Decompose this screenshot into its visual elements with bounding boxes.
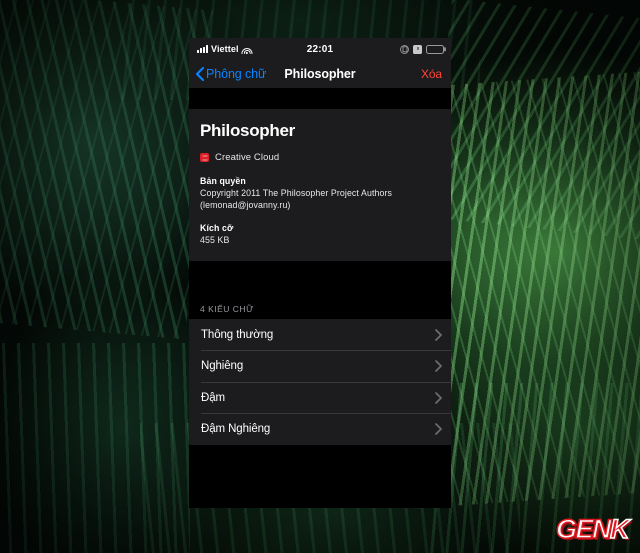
battery-icon	[426, 44, 444, 54]
copyright-title: Bản quyền	[200, 176, 246, 186]
list-item-label: Đậm Nghiêng	[201, 423, 271, 436]
copyright-line-2: (lemonad@jovanny.ru)	[200, 199, 291, 210]
watermark-text-light: GEN	[555, 514, 612, 544]
alarm-clock-icon	[413, 44, 422, 54]
list-item-regular[interactable]: Thông thường	[189, 319, 451, 351]
nav-spacer	[189, 88, 451, 109]
list-item-bold-italic[interactable]: Đậm Nghiêng	[189, 413, 451, 445]
genk-watermark: GENK	[555, 514, 630, 544]
size-title: Kích cỡ	[200, 223, 234, 234]
size-value: 455 KB	[200, 235, 230, 246]
size-block: Kích cỡ 455 KB	[200, 223, 440, 247]
styles-section-header: 4 KIỂU CHỮ	[189, 295, 451, 319]
list-item-label: Đậm	[201, 391, 225, 404]
rotation-lock-icon	[400, 44, 409, 54]
font-source-row: Creative Cloud	[200, 152, 440, 163]
copyright-block: Bản quyền Copyright 2011 The Philosopher…	[200, 176, 440, 211]
font-styles-list: Thông thường Nghiêng Đậm Đậm Nghiêng	[189, 318, 451, 445]
phone-screenshot: Viettel 22:01 Phông chữ Philosopher Xóa …	[189, 38, 451, 508]
creative-cloud-icon	[200, 153, 209, 162]
list-item-italic[interactable]: Nghiêng	[189, 350, 451, 382]
chevron-right-icon	[435, 391, 442, 404]
delete-button[interactable]: Xóa	[421, 67, 442, 81]
list-item-label: Thông thường	[201, 328, 274, 341]
font-source-label: Creative Cloud	[215, 152, 280, 163]
status-bar-right	[400, 38, 444, 60]
font-info-card: Philosopher Creative Cloud Bản quyền Cop…	[189, 109, 451, 261]
watermark-text-accent: K	[609, 514, 630, 544]
status-bar: Viettel 22:01	[189, 38, 451, 60]
list-item-bold[interactable]: Đậm	[189, 381, 451, 414]
copyright-line-1: Copyright 2011 The Philosopher Project A…	[200, 188, 393, 198]
chevron-right-icon	[435, 328, 442, 341]
chevron-right-icon	[435, 423, 442, 435]
page-title: Philosopher	[284, 67, 356, 81]
list-item-label: Nghiêng	[201, 360, 244, 373]
chevron-right-icon	[435, 360, 442, 372]
navigation-bar: Phông chữ Philosopher Xóa	[189, 60, 451, 88]
section-spacer	[189, 260, 451, 296]
font-name-heading: Philosopher	[200, 121, 295, 140]
